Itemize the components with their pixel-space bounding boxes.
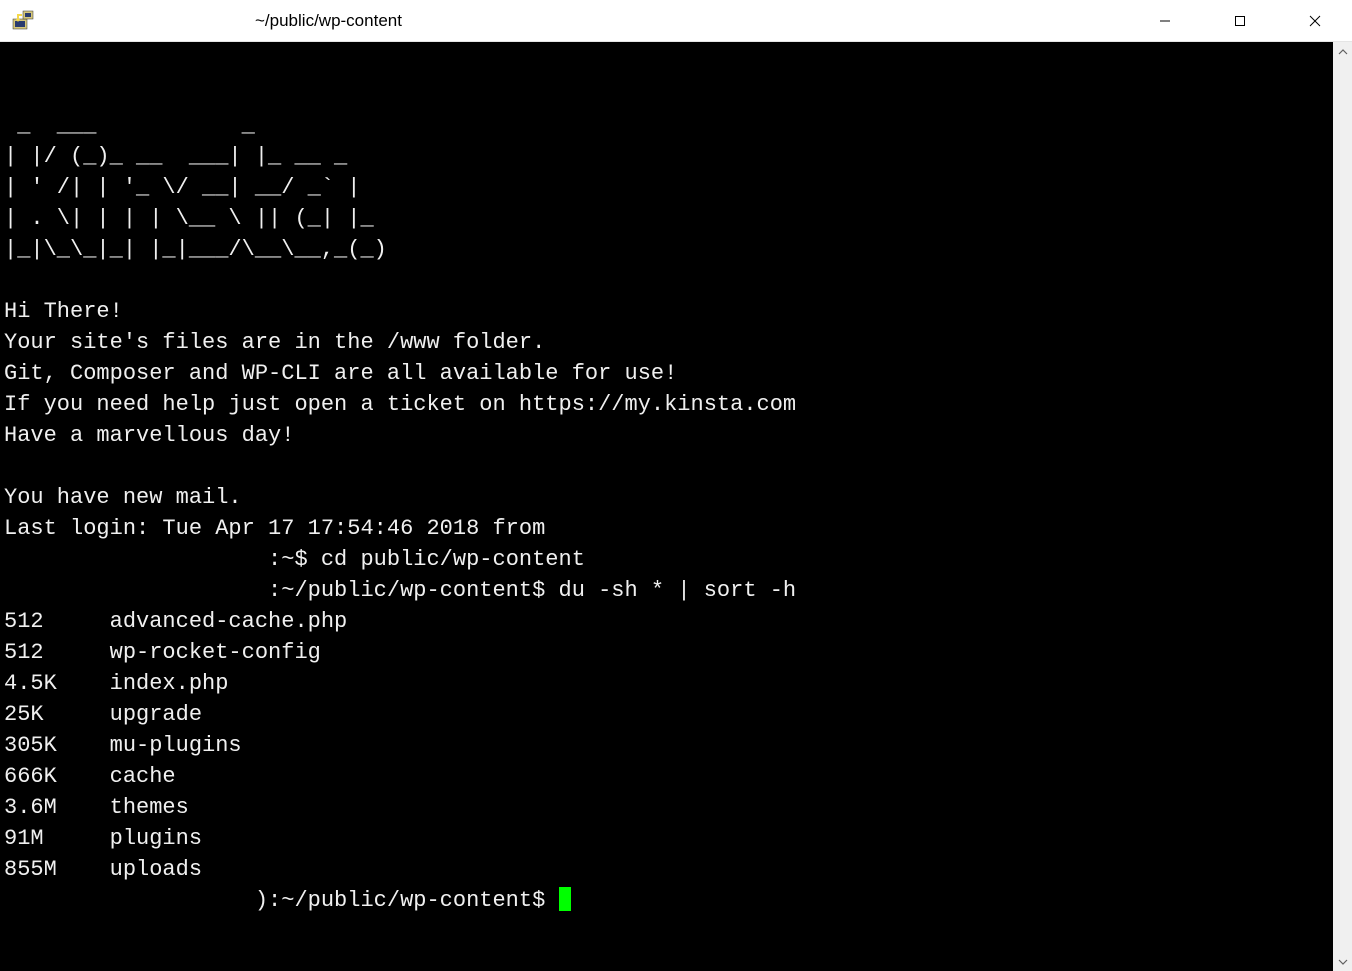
ascii-art-line: | ' /| | '_ \/ __| __/ _` | — [4, 175, 360, 200]
command-text: du -sh * | sort -h — [559, 578, 797, 603]
window-titlebar: ~/public/wp-content — [0, 0, 1352, 42]
prompt-prefix: ):~/public/wp-content$ — [4, 888, 559, 913]
terminal[interactable]: _ ___ _ | |/ (_)_ __ ___| |_ __ _ | ' /|… — [0, 42, 1333, 971]
command-text: cd public/wp-content — [321, 547, 585, 572]
scroll-down-button[interactable] — [1333, 952, 1352, 971]
motd-line: If you need help just open a ticket on h… — [4, 392, 796, 417]
ascii-art-line: |_|\_\_|_| |_|___/\__\__,_(_) — [4, 237, 387, 262]
minimize-button[interactable] — [1127, 0, 1202, 42]
motd-line: Your site's files are in the /www folder… — [4, 330, 545, 355]
du-output: 512 advanced-cache.php 512 wp-rocket-con… — [4, 609, 347, 882]
maximize-button[interactable] — [1202, 0, 1277, 42]
scroll-up-button[interactable] — [1333, 42, 1352, 61]
prompt-prefix: :~/public/wp-content$ — [4, 578, 559, 603]
scrollbar-track[interactable] — [1333, 42, 1352, 971]
mail-notice: You have new mail. — [4, 485, 242, 510]
motd-line: Git, Composer and WP-CLI are all availab… — [4, 361, 677, 386]
motd-greeting: Hi There! — [4, 299, 123, 324]
motd-line: Have a marvellous day! — [4, 423, 294, 448]
prompt-prefix: :~$ — [4, 547, 321, 572]
last-login: Last login: Tue Apr 17 17:54:46 2018 fro… — [4, 516, 545, 541]
ascii-art-line: | . \| | | | \__ \ || (_| |_ — [4, 206, 374, 231]
terminal-wrapper: _ ___ _ | |/ (_)_ __ ___| |_ __ _ | ' /|… — [0, 42, 1352, 971]
window-controls — [1127, 0, 1352, 41]
cursor-icon — [559, 887, 571, 911]
app-icon — [10, 8, 36, 34]
ascii-art-line: | |/ (_)_ __ ___| |_ __ _ — [4, 144, 347, 169]
close-button[interactable] — [1277, 0, 1352, 42]
ascii-art-line: _ ___ _ — [4, 113, 255, 138]
